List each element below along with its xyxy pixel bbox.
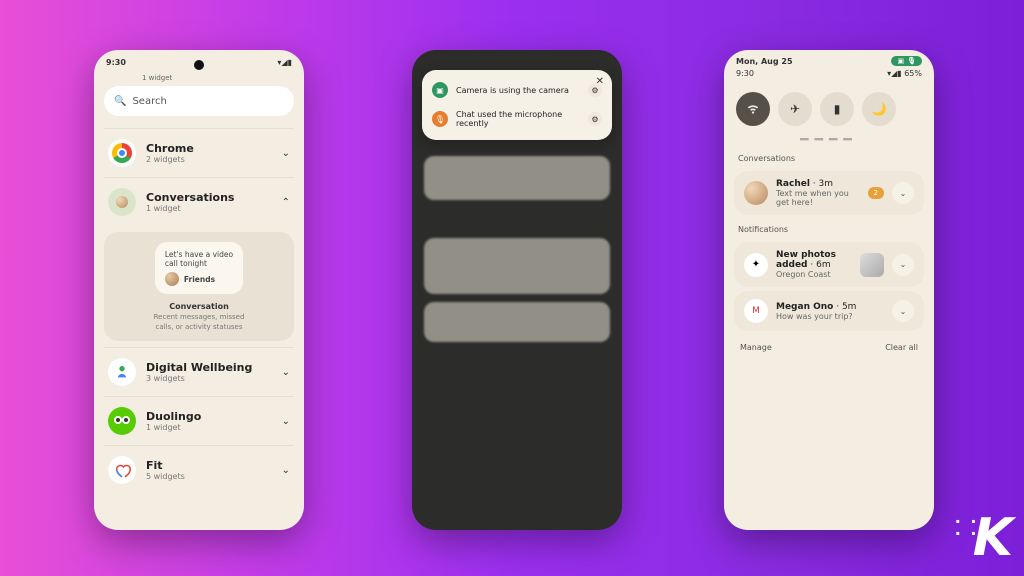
mic-icon: 🎙 xyxy=(907,57,916,65)
chrome-icon xyxy=(108,139,136,167)
app-sub: 1 widget xyxy=(146,423,272,432)
qs-wifi[interactable] xyxy=(736,92,770,126)
notif-body: Oregon Coast xyxy=(776,270,852,279)
preview-label: Conversation xyxy=(114,302,284,311)
notification-photos[interactable]: ✦ New photos added · 6m Oregon Coast ⌄ xyxy=(734,242,924,287)
app-sub: 3 widgets xyxy=(146,374,272,383)
status-time: 9:30 xyxy=(106,58,126,67)
notif-title: Rachel · 3m xyxy=(776,179,860,189)
bubble-line2: call tonight xyxy=(165,259,233,268)
phone-widget-picker: 9:30 ▾◢▮ 1 widget 🔍 Search Chrome 2 widg… xyxy=(94,50,304,530)
qs-airplane[interactable]: ✈ xyxy=(778,92,812,126)
notif-title: Megan Ono · 5m xyxy=(776,302,884,312)
blurred-card xyxy=(424,238,610,294)
widget-app-digital-wellbeing[interactable]: Digital Wellbeing 3 widgets ⌄ xyxy=(104,347,294,396)
app-title: Duolingo xyxy=(146,410,272,423)
shade-time: 9:30 xyxy=(736,69,754,78)
app-sub: 1 widget xyxy=(146,204,272,213)
chevron-down-icon[interactable]: ⌄ xyxy=(892,300,914,322)
shade-footer: Manage Clear all xyxy=(724,335,934,360)
shade-timeline: 9:30 ▾◢▮ 65% xyxy=(736,69,922,78)
chevron-down-icon: ⌄ xyxy=(282,416,290,427)
widget-preview-panel: Let's have a video call tonight Friends … xyxy=(104,232,294,341)
manage-button[interactable]: Manage xyxy=(740,343,772,352)
photo-thumbnail xyxy=(860,253,884,277)
chevron-down-icon: ⌄ xyxy=(282,367,290,378)
widget-app-conversations[interactable]: Conversations 1 widget ⌃ xyxy=(104,177,294,226)
digital-wellbeing-icon xyxy=(108,358,136,386)
app-title: Chrome xyxy=(146,142,272,155)
conversation-widget-preview[interactable]: Let's have a video call tonight Friends xyxy=(155,242,243,294)
search-icon: 🔍 xyxy=(114,96,126,107)
avatar-icon xyxy=(165,272,179,286)
widget-app-duolingo[interactable]: Duolingo 1 widget ⌄ xyxy=(104,396,294,445)
status-icons: ▾◢▮ xyxy=(277,58,292,67)
conversations-icon xyxy=(108,188,136,216)
search-placeholder: Search xyxy=(132,96,166,107)
photos-icon: ✦ xyxy=(744,253,768,277)
alert-text: Camera is using the camera xyxy=(456,86,580,95)
avatar-icon xyxy=(744,181,768,205)
shade-dateline: Mon, Aug 25 ▣🎙 xyxy=(736,56,922,66)
gear-icon[interactable]: ⚙ xyxy=(588,112,602,126)
privacy-alert-panel: ✕ ▣ Camera is using the camera ⚙ 🎙 Chat … xyxy=(422,70,612,140)
notif-count-badge: 2 xyxy=(868,187,884,199)
status-icons: ▾◢▮ 65% xyxy=(887,69,922,78)
watermark-logo: . .. .K xyxy=(973,508,1010,568)
truncated-item-sub: 1 widget xyxy=(104,74,294,82)
notif-body: Text me when you get here! xyxy=(776,189,860,207)
clear-all-button[interactable]: Clear all xyxy=(885,343,918,352)
chevron-down-icon: ⌄ xyxy=(282,465,290,476)
preview-desc1: Recent messages, missed xyxy=(114,313,284,321)
chevron-up-icon: ⌃ xyxy=(282,197,290,208)
conversation-notification[interactable]: Rachel · 3m Text me when you get here! 2… xyxy=(734,171,924,215)
search-input[interactable]: 🔍 Search xyxy=(104,86,294,116)
close-icon[interactable]: ✕ xyxy=(596,76,604,87)
app-sub: 5 widgets xyxy=(146,472,272,481)
widget-app-chrome[interactable]: Chrome 2 widgets ⌄ xyxy=(104,128,294,177)
battery-pct: 65% xyxy=(904,69,922,78)
blurred-card xyxy=(424,302,610,342)
phone-privacy-alerts: ✕ ▣ Camera is using the camera ⚙ 🎙 Chat … xyxy=(412,50,622,530)
widget-app-fit[interactable]: Fit 5 widgets ⌄ xyxy=(104,445,294,494)
notif-body: How was your trip? xyxy=(776,312,884,321)
app-sub: 2 widgets xyxy=(146,155,272,164)
fit-icon xyxy=(108,456,136,484)
chevron-down-icon[interactable]: ⌄ xyxy=(892,254,914,276)
camera-icon: ▣ xyxy=(897,57,904,65)
preview-desc2: calls, or activity statuses xyxy=(114,323,284,331)
privacy-pill[interactable]: ▣🎙 xyxy=(891,56,922,66)
shade-date: Mon, Aug 25 xyxy=(736,57,793,66)
blurred-card xyxy=(424,156,610,200)
alert-text: Chat used the microphone recently xyxy=(456,110,580,128)
app-title: Conversations xyxy=(146,191,272,204)
microphone-dot-icon: 🎙 xyxy=(432,111,448,127)
notif-title: New photos added · 6m xyxy=(776,250,852,270)
app-title: Digital Wellbeing xyxy=(146,361,272,374)
quick-settings-row: ✈ ▮ 🌙 xyxy=(724,82,934,132)
duolingo-icon xyxy=(108,407,136,435)
camera-cutout xyxy=(194,60,204,70)
qs-dnd[interactable]: 🌙 xyxy=(862,92,896,126)
app-title: Fit xyxy=(146,459,272,472)
qs-battery[interactable]: ▮ xyxy=(820,92,854,126)
chevron-down-icon[interactable]: ⌄ xyxy=(892,182,914,204)
brightness-track[interactable]: ━━━━ xyxy=(724,132,934,148)
bubble-from: Friends xyxy=(184,275,215,284)
chevron-down-icon: ⌄ xyxy=(282,148,290,159)
section-notifications: Notifications xyxy=(724,219,934,238)
messages-icon: M xyxy=(744,299,768,323)
phone-notification-shade: Mon, Aug 25 ▣🎙 9:30 ▾◢▮ 65% ✈ ▮ 🌙 ━━━━ C… xyxy=(724,50,934,530)
notification-message[interactable]: M Megan Ono · 5m How was your trip? ⌄ xyxy=(734,291,924,331)
privacy-alert-microphone[interactable]: 🎙 Chat used the microphone recently ⚙ xyxy=(430,104,604,134)
section-conversations: Conversations xyxy=(724,148,934,167)
bubble-line1: Let's have a video xyxy=(165,250,233,259)
privacy-alert-camera[interactable]: ▣ Camera is using the camera ⚙ xyxy=(430,76,604,104)
camera-dot-icon: ▣ xyxy=(432,82,448,98)
